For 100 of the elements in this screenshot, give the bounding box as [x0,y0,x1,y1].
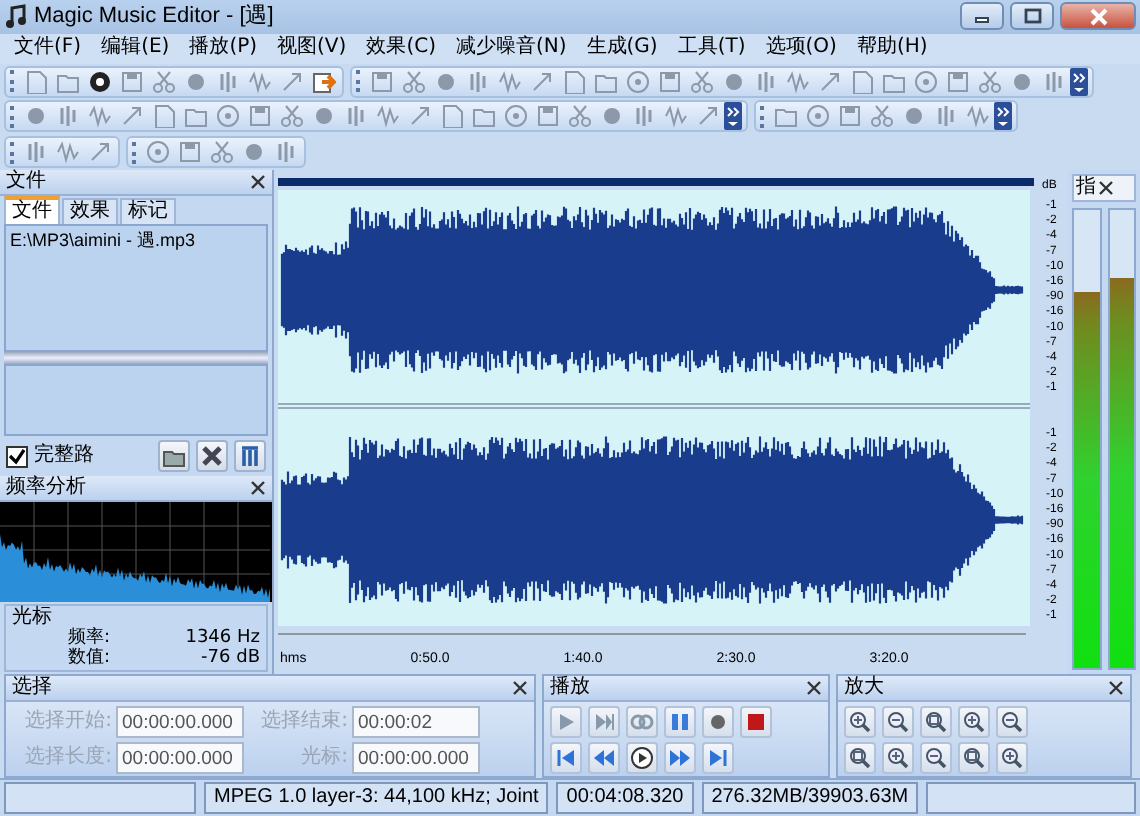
scissors-icon[interactable] [151,69,175,94]
arrow-icon[interactable] [529,69,553,94]
close-button[interactable] [1060,2,1136,31]
floppy-icon[interactable] [177,140,201,165]
bars-icon[interactable] [933,104,957,129]
menu-item[interactable]: 播放(P) [179,36,268,61]
close-icon[interactable] [1098,180,1114,197]
skip-to-start-button[interactable] [550,742,582,775]
scissors-icon[interactable] [567,104,591,129]
close-icon[interactable] [806,680,822,697]
menu-item[interactable]: 视图(V) [267,36,357,61]
page-icon[interactable] [439,104,463,129]
floppy-icon[interactable] [945,69,969,94]
scissors-icon[interactable] [869,104,893,129]
magnifier-button[interactable] [882,742,914,775]
close-icon[interactable] [1108,680,1124,697]
bars-icon[interactable] [465,69,489,94]
rewind-button[interactable] [588,742,620,775]
menu-item[interactable]: 文件(F) [4,36,92,61]
skip-to-end-button[interactable] [702,742,734,775]
wave-icon[interactable] [375,104,399,129]
columns-button[interactable] [234,440,266,473]
menu-item[interactable]: 选项(O) [755,36,847,61]
chevron-icon[interactable] [724,102,742,131]
folder-icon[interactable] [773,104,797,129]
record-button[interactable] [702,706,734,739]
play-circle-button[interactable] [626,742,658,775]
magnifier-button[interactable] [920,742,952,775]
close-icon[interactable] [250,174,266,191]
checkbox[interactable] [6,445,28,468]
magnifier-button[interactable] [996,742,1028,775]
arrow-icon[interactable] [407,104,431,129]
scissors-icon[interactable] [279,104,303,129]
page-icon[interactable] [23,69,47,94]
arrow-icon[interactable] [87,140,111,165]
magnifier-button[interactable] [958,706,990,739]
scroll-bar[interactable] [278,178,1034,187]
magnifier-button[interactable] [844,742,876,775]
wave-icon[interactable] [785,69,809,94]
menu-item[interactable]: 生成(G) [576,36,668,61]
floppy-icon[interactable] [657,69,681,94]
fast-forward-button[interactable] [664,742,696,775]
circle-icon[interactable] [311,104,335,129]
wave-icon[interactable] [497,69,521,94]
magnifier-button[interactable] [882,706,914,739]
magnifier-button[interactable] [958,742,990,775]
menu-item[interactable]: 效果(C) [356,36,446,61]
bars-icon[interactable] [55,104,79,129]
splitter[interactable] [4,352,268,365]
page-icon[interactable] [151,104,175,129]
magnifier-button[interactable] [920,706,952,739]
floppy-icon[interactable] [535,104,559,129]
open-folder-button[interactable] [158,440,190,473]
magnifier-button[interactable] [844,706,876,739]
circle-icon[interactable] [183,69,207,94]
circle-icon[interactable] [433,69,457,94]
bars-icon[interactable] [273,140,297,165]
floppy-icon[interactable] [247,104,271,129]
circle-icon[interactable] [1009,69,1033,94]
pause-button[interactable] [664,706,696,739]
bars-icon[interactable] [753,69,777,94]
close-icon[interactable] [250,480,266,497]
arrow-icon[interactable] [279,69,303,94]
delete-button[interactable] [196,440,228,473]
wave-icon[interactable] [247,69,271,94]
folder-icon[interactable] [471,104,495,129]
folder-icon[interactable] [881,69,905,94]
tab[interactable]: 效果 [62,198,118,225]
tab[interactable]: 文件 [4,196,60,225]
bars-icon[interactable] [343,104,367,129]
bars-icon[interactable] [631,104,655,129]
page-icon[interactable] [561,69,585,94]
scissors-icon[interactable] [977,69,1001,94]
play-button[interactable] [550,706,582,739]
menu-item[interactable]: 减少噪音(N) [445,36,577,61]
folder-icon[interactable] [183,104,207,129]
chevron-icon[interactable] [1070,67,1088,96]
scissors-icon[interactable] [689,69,713,94]
file-item[interactable]: E:\MP3\aimini - 遇.mp3 [10,230,262,252]
arrow-icon[interactable] [817,69,841,94]
wave-icon[interactable] [55,140,79,165]
circle-icon[interactable] [901,104,925,129]
bars-icon[interactable] [23,140,47,165]
scissors-icon[interactable] [401,69,425,94]
import-icon[interactable] [311,69,335,94]
maximize-button[interactable] [1010,2,1054,31]
folder-icon[interactable] [593,69,617,94]
magnifier-button[interactable] [996,706,1028,739]
wave-icon[interactable] [663,104,687,129]
minimize-button[interactable] [960,2,1004,31]
floppy-icon[interactable] [837,104,861,129]
circle-icon[interactable] [721,69,745,94]
circle-icon[interactable] [241,140,265,165]
menu-item[interactable]: 帮助(H) [846,36,938,61]
circle-icon[interactable] [23,104,47,129]
scissors-icon[interactable] [209,140,233,165]
menu-item[interactable]: 编辑(E) [91,36,180,61]
stop-button[interactable] [740,706,772,739]
circle-icon[interactable] [599,104,623,129]
disc-icon[interactable] [87,69,111,94]
